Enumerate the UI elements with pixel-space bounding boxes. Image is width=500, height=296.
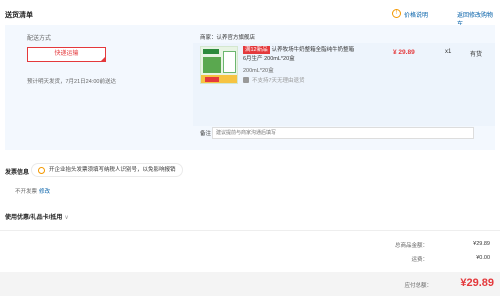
invoice-label: 发票信息 <box>5 170 30 176</box>
shipping-column: 配送方式 快递运输 预计明天发货，7月21日24:00前送达 <box>5 25 185 150</box>
goods-total-value: ¥29.89 <box>473 241 490 247</box>
product-price: ¥ 29.89 <box>393 49 415 56</box>
shipping-method-button[interactable]: 快递运输 <box>27 47 106 62</box>
order-box: 配送方式 快递运输 预计明天发货，7月21日24:00前送达 商家：认养官方旗舰… <box>5 25 495 150</box>
product-spec: 200mL*20盒 <box>243 68 274 74</box>
price-note-link[interactable]: 价格说明 <box>404 10 428 19</box>
seller-name: 商家：认养官方旗舰店 <box>200 35 256 41</box>
section-title: 送货清单 <box>5 12 33 19</box>
invoice-info: 不开发票 修改 <box>15 187 50 195</box>
coupon-label: 使用优惠/礼品卡/抵用 <box>5 215 63 221</box>
goods-total-label: 总商品金额： <box>394 243 428 249</box>
payable-total-bar: 应付总额： ¥29.89 <box>0 272 500 296</box>
chevron-down-icon: ∨ <box>64 215 69 221</box>
product-title: 认养牧场牛奶整箱全脂纯牛奶整箱 <box>271 47 355 53</box>
selected-corner-icon <box>100 56 106 62</box>
invoice-tip: 开企业抬头发票须填写纳税人识别号，以免影响报销 <box>31 163 183 177</box>
no-return-notice: 不支持7天无理由退货 <box>243 76 305 84</box>
product-title-line2: 6月生产 200mL*20盒 <box>243 56 295 62</box>
shipping-label: 配送方式 <box>27 36 52 42</box>
invoice-tip-text: 开企业抬头发票须填写纳税人识别号，以免影响报销 <box>49 167 176 173</box>
payable-label: 应付总额： <box>404 283 432 289</box>
shipping-fee-label: 运费： <box>411 257 428 263</box>
delivery-time: 预计明天发货，7月21日24:00前送达 <box>27 79 116 85</box>
promo-tag: 满12新品 <box>243 46 270 54</box>
coupon-toggle[interactable]: 使用优惠/礼品卡/抵用 ∨ <box>5 212 69 221</box>
goods-column: 商家：认养官方旗舰店 满12新品 认养牧场牛奶整箱全脂纯牛奶整箱 6月生产 200… <box>193 25 495 150</box>
remark-input[interactable] <box>212 127 474 139</box>
no-return-icon <box>243 77 249 83</box>
invoice-type: 不开发票 <box>15 189 38 195</box>
product-quantity: x1 <box>445 49 452 55</box>
help-icon[interactable]: ! <box>392 9 401 18</box>
payable-value: ¥29.89 <box>460 277 494 289</box>
product-thumbnail[interactable] <box>200 46 238 84</box>
goods-total-row: 总商品金额： ¥29.89 <box>290 241 490 250</box>
product-name[interactable]: 满12新品 认养牧场牛奶整箱全脂纯牛奶整箱 6月生产 200mL*20盒 <box>243 46 383 64</box>
shipping-fee-row: 运费： ¥0.00 <box>290 255 490 264</box>
stock-status: 有货 <box>470 52 483 58</box>
delivery-list-header: 送货清单 ! 价格说明 返回修改购物车 <box>5 9 495 28</box>
lightbulb-icon <box>38 167 45 174</box>
shipping-method-label: 快递运输 <box>54 51 79 57</box>
shipping-fee-value: ¥0.00 <box>476 255 490 261</box>
no-return-text: 不支持7天无理由退货 <box>252 78 305 84</box>
divider <box>0 230 500 231</box>
invoice-edit-link[interactable]: 修改 <box>39 189 50 195</box>
